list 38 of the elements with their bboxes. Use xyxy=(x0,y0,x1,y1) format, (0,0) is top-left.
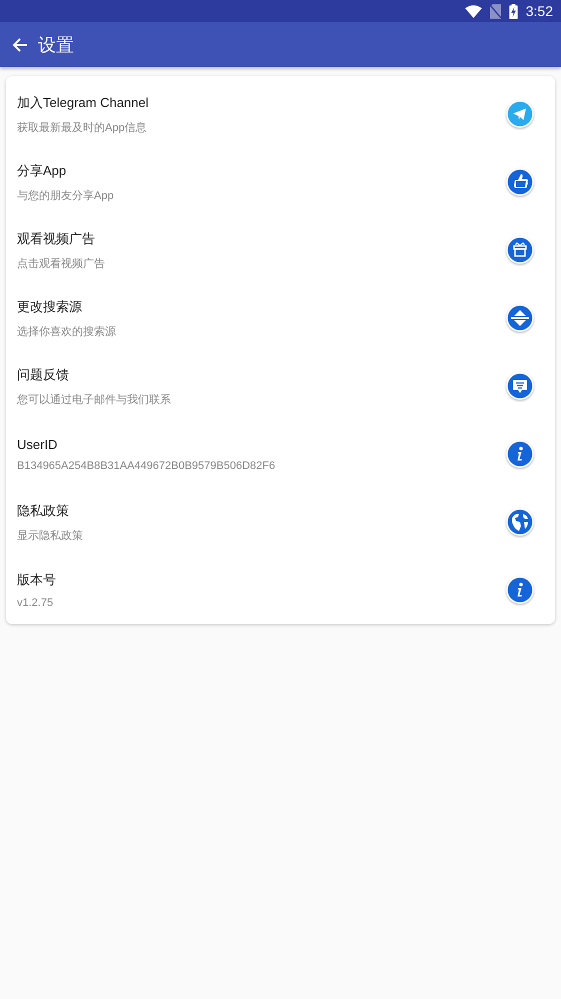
item-title: 版本号 xyxy=(17,571,56,589)
paper-plane-icon xyxy=(506,100,534,128)
settings-item[interactable]: 分享App 与您的朋友分享App xyxy=(6,148,555,216)
item-title: 加入Telegram Channel xyxy=(17,94,149,112)
item-title: 分享App xyxy=(17,162,68,180)
settings-item[interactable]: 观看视频广告 点击观看视频广告 xyxy=(6,216,555,284)
item-title: 隐私政策 xyxy=(17,502,70,520)
item-title: 更改搜索源 xyxy=(17,298,83,316)
settings-item[interactable]: 问题反馈 您可以通过电子邮件与我们联系 xyxy=(6,352,555,420)
info-icon xyxy=(506,576,534,604)
item-subtitle: 显示隐私政策 xyxy=(17,528,83,542)
item-subtitle: B134965A254B8B31AA449672B0B9579B506D82F6 xyxy=(17,460,276,472)
up-down-arrows-icon xyxy=(506,304,534,332)
item-title: 问题反馈 xyxy=(17,366,70,384)
no-sim-icon xyxy=(490,4,501,18)
item-subtitle: 获取最新最及时的App信息 xyxy=(17,120,148,134)
item-subtitle: 点击观看视频广告 xyxy=(17,256,105,270)
wifi-icon xyxy=(464,4,482,18)
settings-item[interactable]: 更改搜索源 选择你喜欢的搜索源 xyxy=(6,284,555,352)
settings-item[interactable]: 版本号 v1.2.75 xyxy=(6,556,555,624)
clock-time: 3:52 xyxy=(526,3,553,19)
item-subtitle: 您可以通过电子邮件与我们联系 xyxy=(17,392,171,406)
message-icon xyxy=(506,372,534,400)
gift-icon xyxy=(506,236,534,264)
globe-icon xyxy=(506,508,534,536)
settings-item[interactable]: 隐私政策 显示隐私政策 xyxy=(6,488,555,556)
item-title: 观看视频广告 xyxy=(17,230,96,248)
thumbs-up-icon xyxy=(506,168,534,196)
item-title: UserID xyxy=(17,436,58,452)
settings-item[interactable]: UserID B134965A254B8B31AA449672B0B9579B506D82F6 xyxy=(6,420,555,488)
item-subtitle: v1.2.75 xyxy=(17,597,54,609)
item-subtitle: 选择你喜欢的搜索源 xyxy=(17,324,116,338)
info-icon xyxy=(506,440,534,468)
battery-charging-icon xyxy=(508,4,518,18)
back-arrow-icon[interactable] xyxy=(12,36,28,52)
item-subtitle: 与您的朋友分享App xyxy=(17,188,114,202)
settings-item[interactable]: 加入Telegram Channel 获取最新最及时的App信息 xyxy=(6,80,555,148)
toolbar-title: 设置 xyxy=(38,34,74,56)
